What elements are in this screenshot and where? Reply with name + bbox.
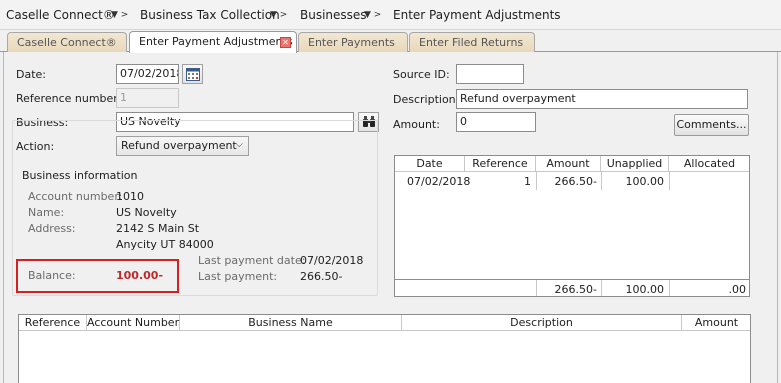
tab-label: Enter Payment Adjustments [139, 35, 293, 48]
tab-strip: Caselle Connect® Enter Payment Adjustmen… [0, 30, 781, 53]
payments-grid[interactable]: Date Reference Amount Unapplied Allocate… [394, 155, 750, 297]
grid-divider [669, 172, 670, 190]
balance-value: 100.00- [116, 269, 164, 282]
last-payment-label: Last payment: [198, 270, 278, 283]
column-header-business-name[interactable]: Business Name [180, 315, 402, 331]
column-header-reference[interactable]: Reference [19, 315, 87, 331]
total-amount: 266.50- [554, 283, 597, 296]
tab-label: Enter Payments [308, 36, 395, 49]
cell-date: 07/02/2018 [407, 175, 471, 188]
tab-enter-filed-returns[interactable]: Enter Filed Returns [409, 32, 535, 52]
breadcrumb: Caselle Connect® ▼ > Business Tax Collec… [0, 0, 781, 30]
account-number-label: Account number: [28, 190, 123, 203]
tab-label: Caselle Connect® [17, 36, 117, 49]
close-icon[interactable]: ✕ [280, 37, 291, 48]
column-header-reference[interactable]: Reference [465, 156, 536, 172]
tab-enter-payment-adjustments[interactable]: Enter Payment Adjustments ✕ [129, 31, 297, 53]
source-id-field[interactable] [456, 64, 524, 84]
cell-amount: 266.50- [554, 175, 597, 188]
breadcrumb-item-business-tax[interactable]: Business Tax Collection [140, 8, 280, 22]
reference-number-label: Reference number: [16, 92, 122, 105]
calendar-icon[interactable] [182, 64, 203, 84]
business-info-title: Business information [22, 169, 138, 182]
date-label: Date: [16, 68, 46, 81]
column-header-amount[interactable]: Amount [536, 156, 601, 172]
tab-caselle-connect[interactable]: Caselle Connect® [7, 32, 127, 52]
tab-enter-payments[interactable]: Enter Payments [298, 32, 408, 52]
breadcrumb-item-businesses[interactable]: Businesses [300, 8, 367, 22]
distribution-grid[interactable]: Reference Account Number Business Name D… [18, 314, 751, 383]
total-allocated: .00 [728, 283, 747, 296]
tab-label: Enter Filed Returns [419, 36, 524, 49]
amount-field[interactable]: 0 [456, 112, 536, 132]
comments-button[interactable]: Comments... [674, 114, 749, 136]
reference-number-field: 1 [116, 88, 179, 108]
balance-label: Balance: [28, 269, 76, 282]
last-payment-value: 266.50- [300, 270, 343, 283]
breadcrumb-item-current: Enter Payment Adjustments [393, 8, 561, 22]
address-label: Address: [28, 222, 76, 235]
last-payment-date-value: 07/02/2018 [300, 254, 364, 267]
breadcrumb-separator[interactable]: ▼ > [270, 10, 287, 20]
column-header-description[interactable]: Description [402, 315, 682, 331]
description-label: Description: [393, 93, 460, 106]
column-header-date[interactable]: Date [395, 156, 465, 172]
breadcrumb-separator[interactable]: ▼ > [364, 10, 381, 20]
cell-reference: 1 [524, 175, 531, 188]
column-header-account-number[interactable]: Account Number [87, 315, 180, 331]
address-line1: 2142 S Main St [116, 222, 200, 235]
column-header-allocated[interactable]: Allocated [669, 156, 749, 172]
description-field[interactable]: Refund overpayment [456, 89, 748, 109]
address-line2: Anycity UT 84000 [116, 238, 214, 251]
breadcrumb-separator[interactable]: ▼ > [111, 10, 128, 20]
totals-divider [395, 279, 749, 280]
total-unapplied: 100.00 [625, 283, 665, 296]
date-field[interactable]: 07/02/2018 [116, 64, 179, 84]
name-value: US Novelty [116, 206, 177, 219]
account-number-value: 1010 [116, 190, 144, 203]
name-label: Name: [28, 206, 65, 219]
amount-label: Amount: [393, 118, 440, 131]
column-header-amount[interactable]: Amount [682, 315, 750, 331]
source-id-label: Source ID: [393, 68, 450, 81]
cell-unapplied: 100.00 [625, 175, 665, 188]
column-header-unapplied[interactable]: Unapplied [601, 156, 669, 172]
last-payment-date-label: Last payment date: [198, 254, 306, 267]
breadcrumb-item-caselle-connect[interactable]: Caselle Connect® [6, 8, 115, 22]
